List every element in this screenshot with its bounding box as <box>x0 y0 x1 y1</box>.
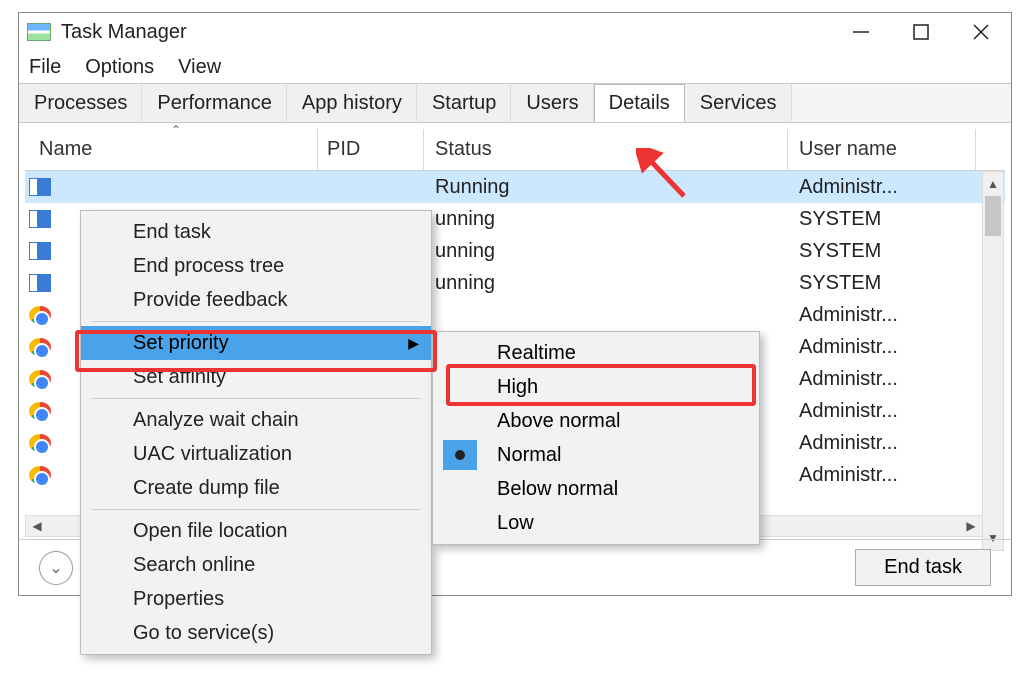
submenu-arrow-icon: ▶ <box>408 335 419 352</box>
table-row[interactable]: Running Administr... <box>25 171 1005 203</box>
minimize-button[interactable] <box>831 13 891 51</box>
col-pid[interactable]: PID <box>327 138 360 161</box>
close-button[interactable] <box>951 13 1011 51</box>
col-user[interactable]: User name <box>799 138 897 161</box>
col-status[interactable]: Status <box>435 138 492 161</box>
menu-file[interactable]: File <box>29 56 61 79</box>
menu-bar: File Options View <box>19 51 1011 83</box>
priority-below-normal[interactable]: Below normal <box>433 472 759 506</box>
ctx-end-process-tree[interactable]: End process tree <box>81 249 431 283</box>
annotation-arrow-icon <box>636 148 696 208</box>
ctx-uac-virtualization[interactable]: UAC virtualization <box>81 437 431 471</box>
fewer-details-button[interactable]: ⌄ <box>39 551 73 585</box>
current-indicator-icon <box>455 450 465 460</box>
chrome-icon <box>29 466 51 484</box>
scroll-up-icon[interactable]: ▲ <box>983 172 1003 196</box>
priority-high[interactable]: High <box>433 370 759 404</box>
process-icon <box>29 242 51 260</box>
process-icon <box>29 178 51 196</box>
ctx-search-online[interactable]: Search online <box>81 548 431 582</box>
tab-performance[interactable]: Performance <box>142 84 287 122</box>
app-icon <box>27 23 51 41</box>
menu-options[interactable]: Options <box>85 56 154 79</box>
ctx-create-dump-file[interactable]: Create dump file <box>81 471 431 505</box>
tab-users[interactable]: Users <box>511 84 593 122</box>
ctx-properties[interactable]: Properties <box>81 582 431 616</box>
ctx-set-priority-label: Set priority <box>133 332 229 355</box>
col-name[interactable]: Name <box>39 138 92 161</box>
chrome-icon <box>29 434 51 452</box>
tab-app-history[interactable]: App history <box>287 84 417 122</box>
title-bar: Task Manager <box>19 13 1011 51</box>
vertical-scrollbar[interactable]: ▲ ▼ <box>982 171 1004 551</box>
column-headers: ⌃ Name PID Status User name <box>25 129 1005 171</box>
scroll-thumb[interactable] <box>985 196 1001 236</box>
chrome-icon <box>29 370 51 388</box>
process-icon <box>29 210 51 228</box>
priority-submenu: Realtime High Above normal Normal Below … <box>432 331 760 545</box>
context-menu: End task End process tree Provide feedba… <box>80 210 432 655</box>
ctx-set-priority[interactable]: Set priority ▶ <box>81 326 431 360</box>
scroll-left-icon[interactable]: ◀ <box>26 516 48 536</box>
menu-separator <box>91 398 421 399</box>
ctx-set-affinity[interactable]: Set affinity <box>81 360 431 394</box>
maximize-button[interactable] <box>891 13 951 51</box>
window-title: Task Manager <box>61 21 831 44</box>
tab-startup[interactable]: Startup <box>417 84 511 122</box>
priority-realtime[interactable]: Realtime <box>433 336 759 370</box>
process-icon <box>29 274 51 292</box>
chrome-icon <box>29 306 51 324</box>
ctx-provide-feedback[interactable]: Provide feedback <box>81 283 431 317</box>
tab-services[interactable]: Services <box>685 84 792 122</box>
ctx-open-file-location[interactable]: Open file location <box>81 514 431 548</box>
menu-separator <box>91 321 421 322</box>
priority-normal-label: Normal <box>497 444 561 467</box>
ctx-end-task[interactable]: End task <box>81 215 431 249</box>
end-task-button[interactable]: End task <box>855 549 991 586</box>
priority-low[interactable]: Low <box>433 506 759 540</box>
sort-indicator-icon: ⌃ <box>171 123 181 137</box>
menu-view[interactable]: View <box>178 56 221 79</box>
ctx-go-to-services[interactable]: Go to service(s) <box>81 616 431 650</box>
tab-bar: Processes Performance App history Startu… <box>19 83 1011 123</box>
priority-normal[interactable]: Normal <box>433 438 759 472</box>
scroll-right-icon[interactable]: ▶ <box>960 516 982 536</box>
ctx-analyze-wait-chain[interactable]: Analyze wait chain <box>81 403 431 437</box>
tab-details[interactable]: Details <box>594 84 685 122</box>
tab-processes[interactable]: Processes <box>19 84 142 122</box>
chrome-icon <box>29 338 51 356</box>
menu-separator <box>91 509 421 510</box>
priority-above-normal[interactable]: Above normal <box>433 404 759 438</box>
chrome-icon <box>29 402 51 420</box>
